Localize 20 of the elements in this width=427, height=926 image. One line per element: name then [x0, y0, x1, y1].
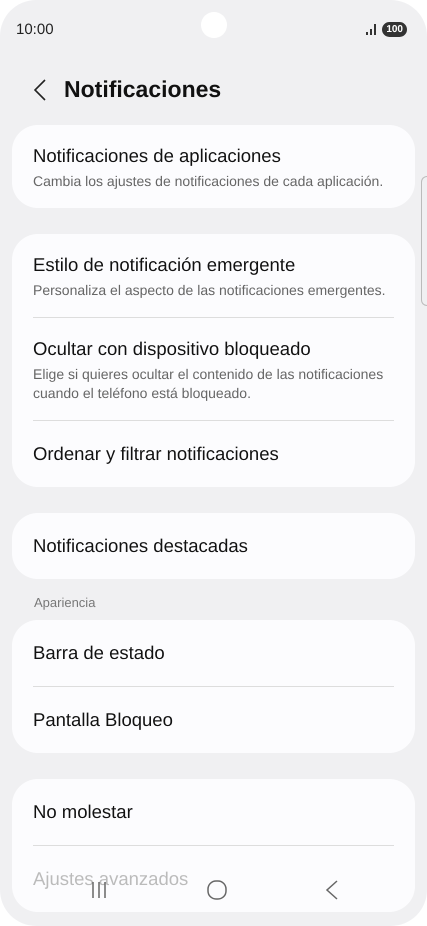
setting-title[interactable]: Pantalla Bloqueo: [33, 708, 394, 731]
setting-title[interactable]: No molestar: [33, 800, 394, 823]
signal-icon: [366, 23, 378, 35]
setting-title[interactable]: Notificaciones de aplicaciones: [33, 145, 394, 167]
setting-title[interactable]: Ordenar y filtrar notificaciones: [33, 442, 394, 465]
setting-description: Elige si quieres ocultar el contenido de las notificaciones cuando el teléfono está bloqueado.: [33, 364, 384, 403]
setting-title[interactable]: Estilo de notificación emergente: [33, 254, 394, 276]
setting-description: Personaliza el aspecto de las notificaciones emergentes.: [33, 280, 387, 300]
status-time: 10:00: [16, 20, 54, 38]
setting-description: Cambia los ajustes de notificaciones de cada aplicación.: [33, 172, 384, 191]
battery-level: 100: [382, 22, 407, 36]
setting-title[interactable]: Barra de estado: [33, 642, 394, 664]
setting-title[interactable]: Notificaciones destacadas: [33, 534, 394, 557]
back-button[interactable]: [34, 78, 46, 100]
page-title: Notificaciones: [64, 76, 222, 103]
section-label: Apariencia: [33, 594, 96, 612]
setting-title[interactable]: Ocultar con dispositivo bloqueado: [33, 338, 394, 360]
home-button[interactable]: [206, 880, 226, 900]
edge-panel-handle[interactable]: [421, 176, 427, 306]
back-nav-button[interactable]: [326, 880, 338, 900]
